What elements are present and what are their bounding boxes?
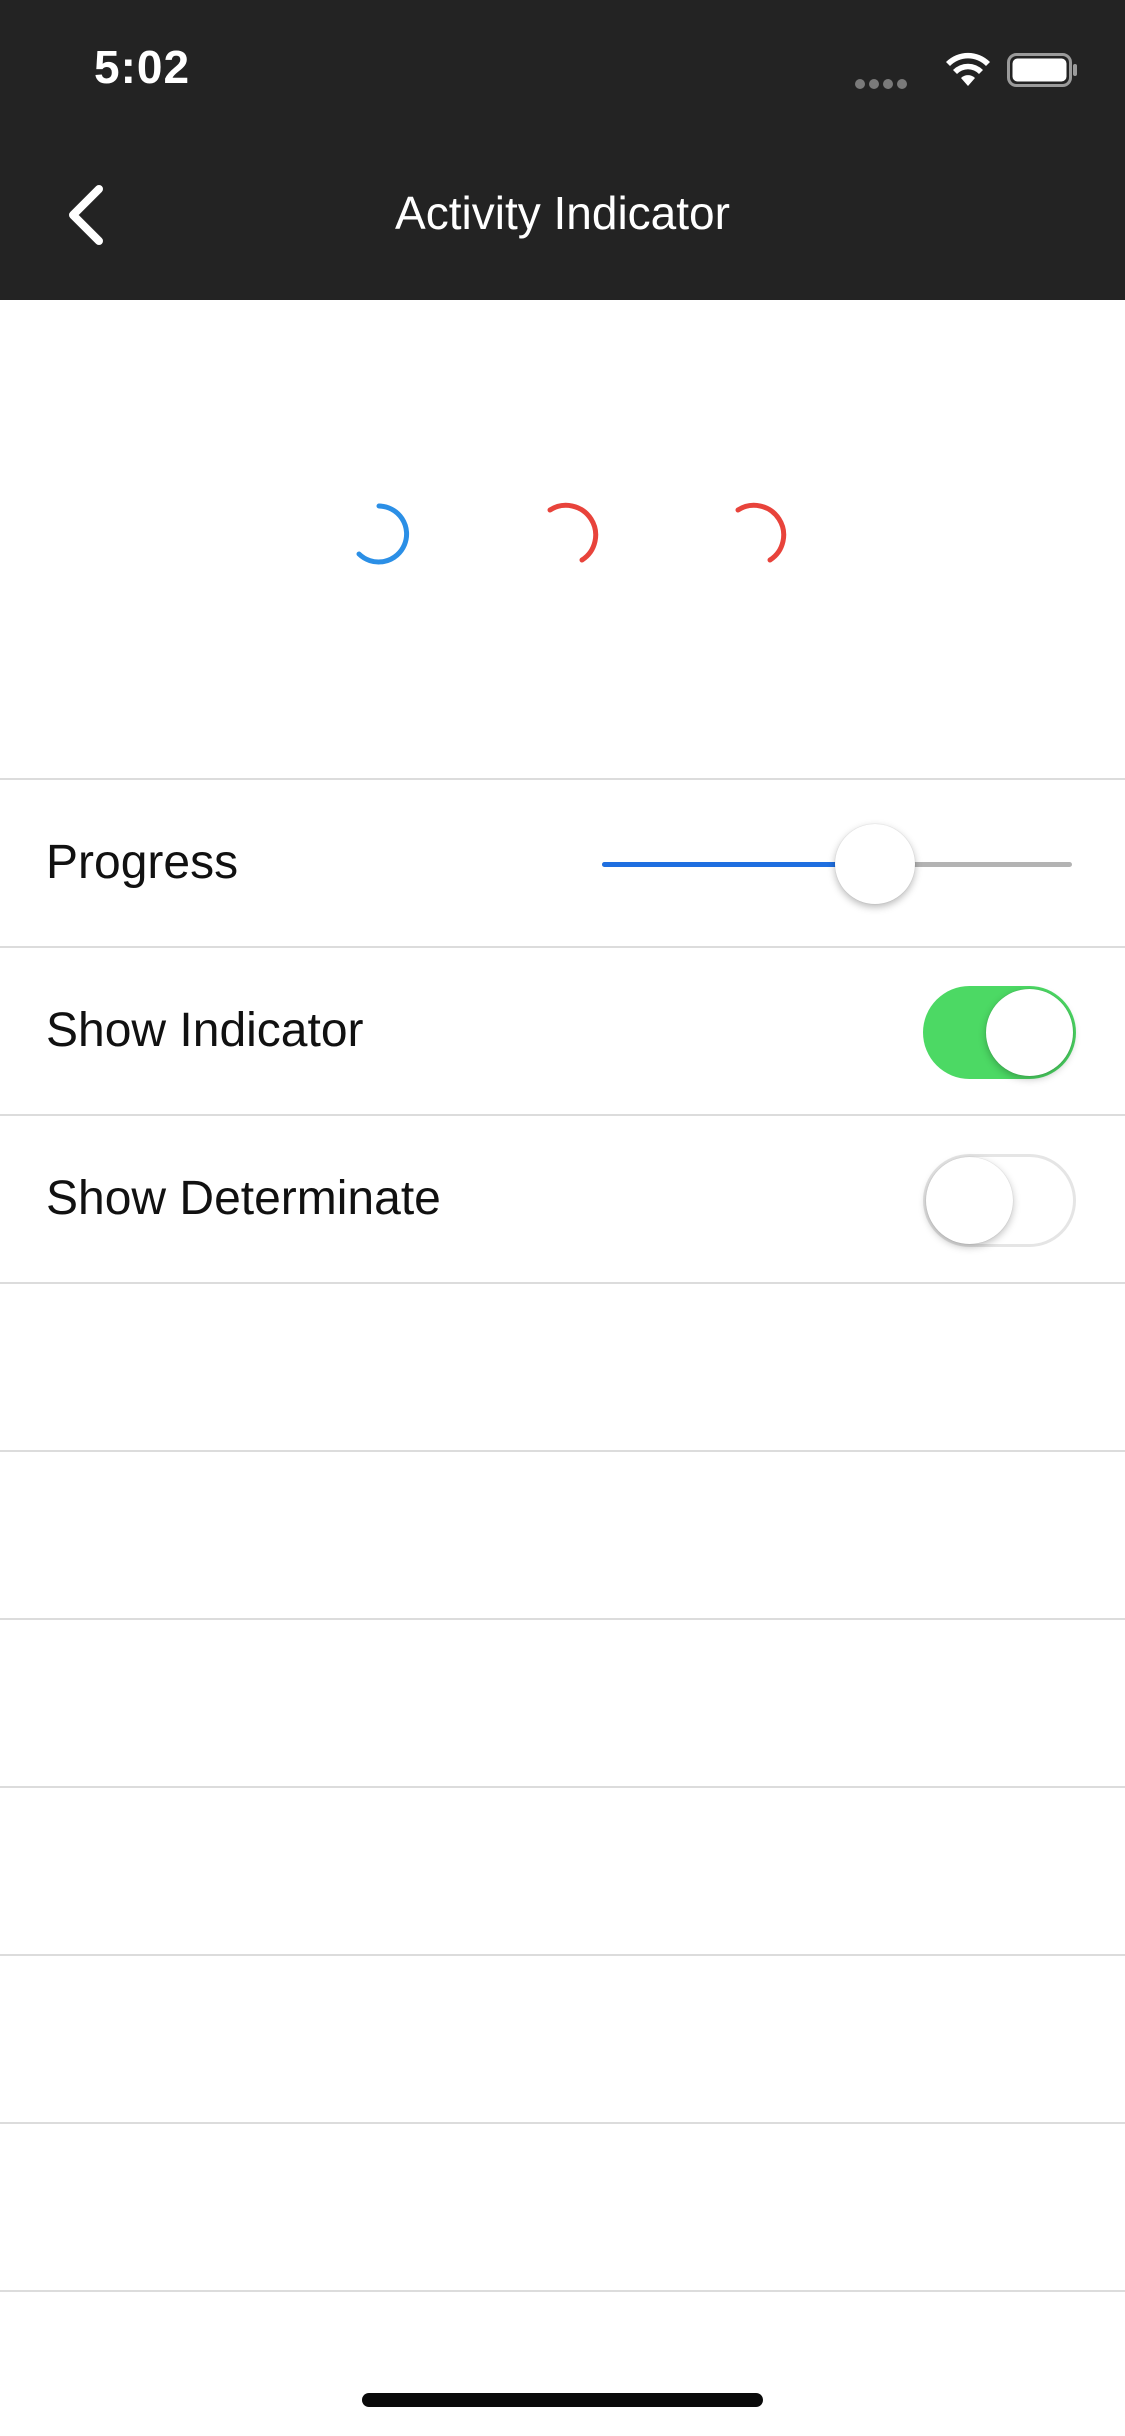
show-determinate-label: Show Determinate	[46, 1172, 441, 1225]
spinner-blue	[356, 503, 410, 565]
status-time: 5:02	[94, 41, 191, 93]
progress-row: Progress	[0, 778, 1125, 946]
empty-row	[0, 1786, 1125, 1954]
empty-row	[0, 1954, 1125, 2122]
toggle-knob	[986, 989, 1073, 1076]
home-indicator	[362, 2393, 763, 2407]
progress-label: Progress	[46, 836, 239, 889]
show-indicator-row: Show Indicator	[0, 946, 1125, 1114]
spinner-red-1	[547, 502, 599, 563]
battery-icon	[1007, 53, 1077, 87]
empty-row	[0, 2290, 1125, 2292]
empty-row	[0, 1618, 1125, 1786]
toggle-knob	[926, 1157, 1013, 1244]
wifi-icon	[946, 52, 990, 86]
show-determinate-toggle[interactable]	[923, 1154, 1076, 1247]
spinner-red-2	[735, 502, 787, 563]
empty-row	[0, 2122, 1125, 2290]
signal-dots-icon	[855, 76, 911, 94]
header-bar: 5:02 Activity Indicator	[0, 0, 1125, 300]
page-title: Activity Indicator	[395, 187, 730, 239]
empty-row	[0, 1450, 1125, 1618]
show-indicator-toggle[interactable]	[923, 986, 1076, 1079]
show-indicator-label: Show Indicator	[46, 1004, 364, 1057]
show-determinate-row: Show Determinate	[0, 1114, 1125, 1282]
progress-slider[interactable]	[602, 824, 1072, 904]
indicator-area	[0, 300, 1125, 778]
empty-row	[0, 1282, 1125, 1450]
slider-thumb[interactable]	[835, 824, 915, 904]
